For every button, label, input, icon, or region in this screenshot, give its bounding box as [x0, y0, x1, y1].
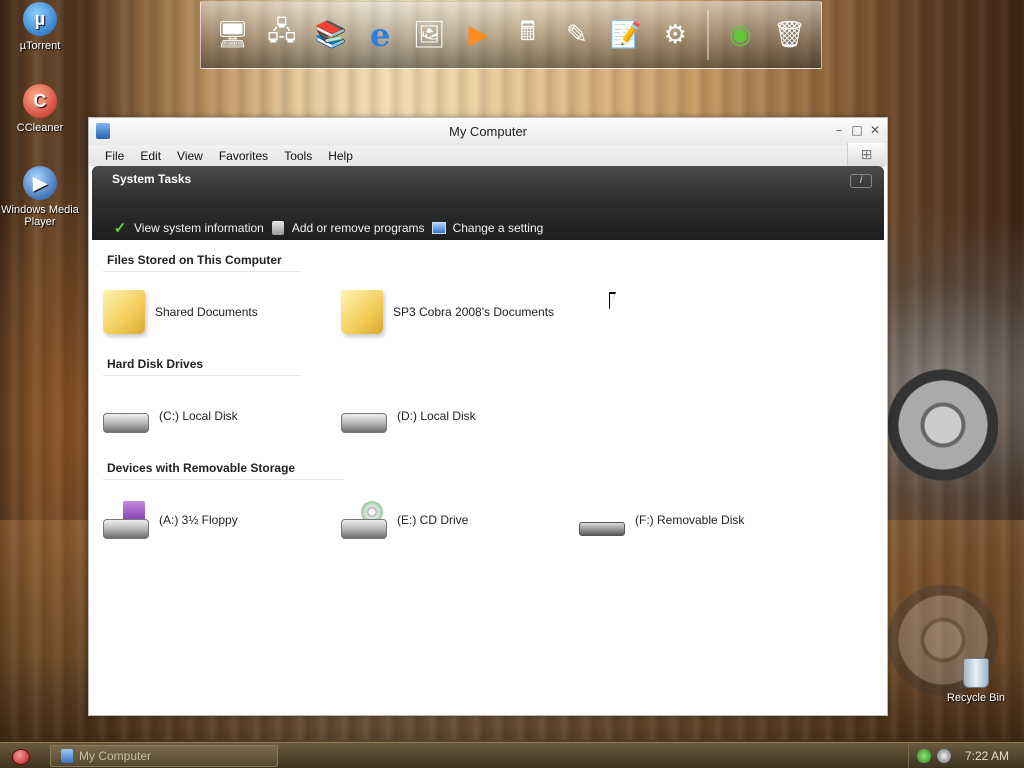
my-computer-window: My Computer – □ ✕ File Edit View Favorit…: [88, 117, 888, 716]
window-titlebar[interactable]: My Computer – □ ✕: [89, 118, 887, 145]
quick-launch-dock: 🖥 🖧 📚 e 🖼 ▶ 🖩 ✎ 📝 ⚙ ◉ 🗑: [200, 1, 822, 69]
minimize-button[interactable]: –: [833, 124, 845, 136]
internet-explorer-icon[interactable]: e: [359, 9, 402, 61]
taskbar-button-label: My Computer: [79, 749, 152, 763]
control-panel-icon[interactable]: ⚙: [654, 9, 697, 61]
volume-icon[interactable]: [937, 749, 951, 763]
group-heading-files: Files Stored on This Computer: [103, 251, 301, 272]
media-player-icon[interactable]: ▶: [457, 9, 500, 61]
drive-c-item[interactable]: (C:) Local Disk: [103, 399, 341, 433]
maximize-button[interactable]: □: [851, 124, 863, 136]
floppy-drive-icon: [103, 501, 149, 539]
start-button[interactable]: [12, 749, 30, 765]
task-link-label: Change a setting: [452, 221, 544, 235]
window-content: Files Stored on This Computer Shared Doc…: [89, 240, 887, 568]
folder-icon: [341, 290, 383, 334]
desktop-icon-ccleaner[interactable]: C CCleaner: [0, 84, 80, 134]
menu-help[interactable]: Help: [320, 149, 361, 163]
mouse-cursor-icon: [609, 292, 616, 310]
desktop-icon-windows-media-player[interactable]: ▶ Windows Media Player: [0, 166, 80, 228]
item-label: Shared Documents: [155, 305, 258, 319]
cd-drive-icon: [341, 501, 387, 539]
item-label: (C:) Local Disk: [159, 409, 238, 423]
item-label: (D:) Local Disk: [397, 409, 476, 423]
user-documents-item[interactable]: SP3 Cobra 2008's Documents: [341, 290, 579, 334]
window-controls: – □ ✕: [833, 124, 881, 136]
info-icon[interactable]: i: [850, 174, 872, 188]
task-link-label: Add or remove programs: [291, 221, 425, 235]
item-label: (E:) CD Drive: [397, 513, 469, 527]
documents-icon[interactable]: 📚: [309, 9, 352, 61]
drive-f-item[interactable]: (F:) Removable Disk: [579, 504, 817, 536]
paint-icon[interactable]: ✎: [555, 9, 598, 61]
window-title: My Computer: [448, 124, 528, 139]
taskbar-button-my-computer[interactable]: My Computer: [50, 745, 278, 767]
item-label: SP3 Cobra 2008's Documents: [393, 305, 555, 319]
control-panel-icon: [431, 220, 447, 236]
network-icon[interactable]: 🖧: [260, 9, 303, 61]
menu-file[interactable]: File: [97, 149, 132, 163]
drive-e-item[interactable]: (E:) CD Drive: [341, 501, 579, 539]
change-setting-link[interactable]: Change a setting: [431, 220, 544, 236]
ccleaner-icon: C: [23, 84, 57, 118]
taskbar: My Computer 7:22 AM: [0, 742, 1024, 768]
windows-media-player-icon: ▶: [23, 166, 57, 200]
display-settings-icon[interactable]: 🖼: [408, 9, 451, 61]
system-tasks-heading: System Tasks: [112, 172, 192, 186]
desktop-icon-recycle-bin[interactable]: Recycle Bin: [936, 658, 1016, 704]
my-computer-icon: [61, 749, 73, 763]
folder-icon: [103, 290, 145, 334]
recycle-bin-icon[interactable]: 🗑: [768, 9, 811, 61]
programs-icon: [270, 220, 286, 236]
recycle-bin-icon: [963, 658, 989, 688]
menu-view[interactable]: View: [169, 149, 211, 163]
item-label: (F:) Removable Disk: [635, 513, 745, 527]
menu-edit[interactable]: Edit: [132, 149, 169, 163]
close-button[interactable]: ✕: [869, 124, 881, 136]
calculator-icon[interactable]: 🖩: [506, 9, 549, 61]
drive-a-item[interactable]: (A:) 3½ Floppy: [103, 501, 341, 539]
view-system-information-link[interactable]: ✓ View system information: [112, 220, 264, 237]
network-status-icon[interactable]: [917, 749, 931, 763]
group-heading-removable: Devices with Removable Storage: [103, 459, 343, 480]
group-heading-hard-disks: Hard Disk Drives: [103, 355, 301, 376]
desktop-icon-label: Recycle Bin: [946, 692, 1006, 704]
removable-disk-icon: [579, 522, 625, 536]
notepad-icon[interactable]: 📝: [605, 9, 648, 61]
add-remove-programs-link[interactable]: Add or remove programs: [270, 220, 425, 236]
menu-bar: File Edit View Favorites Tools Help ⊞: [89, 143, 887, 167]
desktop-icon-label: CCleaner: [16, 122, 64, 134]
my-computer-icon[interactable]: 🖥: [211, 9, 254, 61]
checkmark-icon: ✓: [113, 220, 127, 237]
drive-d-item[interactable]: (D:) Local Disk: [341, 399, 579, 433]
system-tasks-panel: System Tasks i ✓ View system information…: [92, 166, 884, 240]
utorrent-icon: µ: [23, 2, 57, 36]
menu-tools[interactable]: Tools: [276, 149, 320, 163]
task-link-label: View system information: [134, 221, 264, 235]
windows-flag-icon: ⊞: [847, 143, 885, 167]
taskbar-clock[interactable]: 7:22 AM: [965, 749, 1009, 763]
desktop-icon-label: µTorrent: [19, 40, 61, 52]
shared-documents-item[interactable]: Shared Documents: [103, 290, 341, 334]
dock-separator: [706, 10, 709, 60]
desktop-icon-label: Windows Media Player: [1, 204, 79, 228]
item-label: (A:) 3½ Floppy: [159, 513, 238, 527]
desktop-icon-utorrent[interactable]: µ µTorrent: [0, 2, 80, 52]
windows-logo-icon[interactable]: ◉: [719, 9, 762, 61]
hard-disk-icon: [341, 413, 387, 433]
system-tray: 7:22 AM: [908, 743, 1024, 768]
wallpaper-car-wheel: [888, 350, 998, 500]
hard-disk-icon: [103, 413, 149, 433]
menu-favorites[interactable]: Favorites: [211, 149, 276, 163]
